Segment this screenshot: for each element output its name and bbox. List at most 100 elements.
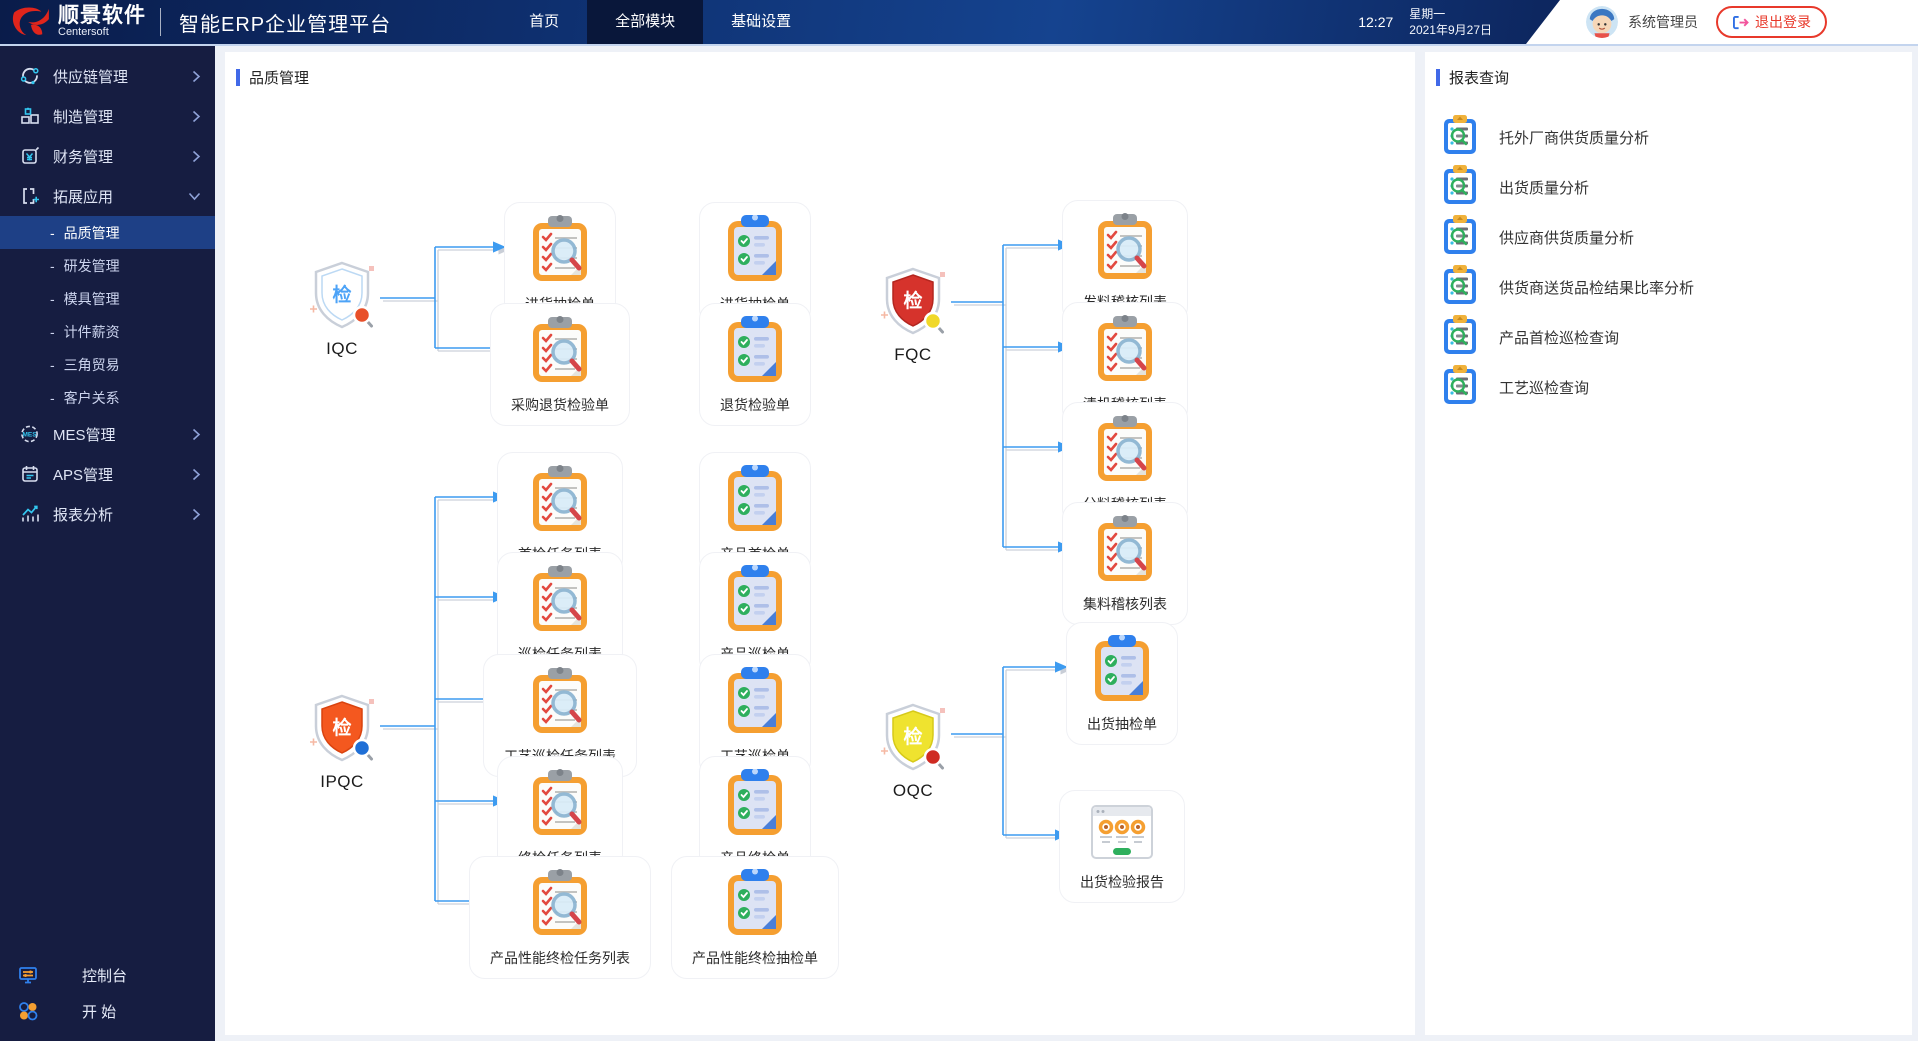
- inspect-clipboard-icon: [530, 465, 590, 538]
- nav-home[interactable]: 首页: [501, 0, 587, 44]
- brand-divider: [160, 8, 161, 36]
- doc-form-icon: [725, 666, 785, 740]
- sidebar-footer-start[interactable]: 开 始: [0, 993, 215, 1029]
- inspect-clipboard-icon: [530, 667, 590, 740]
- manufacturing-icon: [18, 106, 42, 126]
- date-text: 2021年9月27日: [1409, 23, 1492, 37]
- shield-label: IQC: [326, 339, 358, 358]
- inspect-clipboard-icon: [530, 316, 590, 389]
- sidebar-subitem-label: 研发管理: [63, 257, 120, 274]
- sidebar-item-extensions[interactable]: 拓展应用: [0, 176, 215, 216]
- shield-ipqc-icon: 检: [305, 691, 379, 770]
- shield-fqc-icon: 检: [876, 264, 950, 343]
- sidebar-item-quality[interactable]: - 品质管理: [0, 216, 215, 249]
- console-icon: [16, 964, 40, 986]
- clock-time: 12:27: [1358, 14, 1394, 30]
- flow-shield-iqc[interactable]: 检 IQC: [305, 258, 379, 359]
- flow-node-label: 产品性能终检抽检单: [692, 950, 818, 966]
- flow-node[interactable]: 产品性能终检任务列表: [469, 856, 651, 979]
- reports-title-text: 报表查询: [1449, 70, 1510, 87]
- flow-node[interactable]: 采购退货检验单: [490, 303, 630, 426]
- sidebar-item-piecework[interactable]: - 计件薪资: [0, 315, 215, 348]
- flow-node-label: 出货抽检单: [1087, 716, 1157, 732]
- logout-label: 退出登录: [1755, 14, 1811, 30]
- doc-form-icon: [725, 564, 785, 638]
- sidebar-item-rnd[interactable]: - 研发管理: [0, 249, 215, 282]
- svg-text:检: 检: [332, 283, 351, 306]
- content: 品质管理 检IQC检IPQC检FQC检OQC进货抽检单采购退货检验单进货抽检单退…: [215, 44, 1918, 1041]
- inspect-clipboard-icon: [1095, 515, 1155, 588]
- report-clipboard-icon: [1443, 264, 1477, 310]
- report-item[interactable]: 供应商供货质量分析: [1431, 212, 1912, 262]
- report-clipboard-icon: [1443, 114, 1477, 160]
- child-bullet: -: [50, 257, 55, 274]
- chevron-right-icon: [192, 110, 201, 123]
- inspect-clipboard-icon: [1095, 415, 1155, 488]
- doc-form-icon: [725, 315, 785, 389]
- report-item[interactable]: 工艺巡检查询: [1431, 362, 1912, 412]
- child-bullet: -: [50, 290, 55, 307]
- child-bullet: -: [50, 224, 55, 241]
- flow-node[interactable]: 退货检验单: [699, 303, 811, 426]
- brand-logo-icon: [12, 6, 50, 38]
- report-item[interactable]: 托外厂商供货质量分析: [1431, 112, 1912, 162]
- reports-panel-title: 报表查询: [1425, 52, 1912, 88]
- sidebar-item-aps[interactable]: APS管理: [0, 454, 215, 494]
- sidebar-subitem-label: 三角贸易: [63, 356, 120, 373]
- topbar-nav: 首页 全部模块 基础设置: [501, 0, 819, 44]
- report-item-label: 产品首检巡检查询: [1499, 329, 1620, 347]
- flow-shield-fqc[interactable]: 检 FQC: [876, 264, 950, 365]
- report-item[interactable]: 供货商送货品检结果比率分析: [1431, 262, 1912, 312]
- quality-panel-title: 品质管理: [225, 52, 1415, 88]
- sidebar-item-report-analysis[interactable]: 报表分析: [0, 494, 215, 534]
- sidebar-menu: 供应链管理 制造管理 财务管理 拓展应用 - 品质管理 - 研发管理 - 模具管理 - 计件薪资 - 三角…: [0, 44, 215, 534]
- sidebar-item-triangle-trade[interactable]: - 三角贸易: [0, 348, 215, 381]
- report-item-label: 托外厂商供货质量分析: [1499, 129, 1650, 147]
- child-bullet: -: [50, 323, 55, 340]
- chevron-down-icon: [188, 192, 201, 201]
- avatar[interactable]: [1586, 6, 1618, 38]
- sidebar-item-label: 拓展应用: [53, 188, 114, 206]
- logout-button[interactable]: 退出登录: [1716, 6, 1827, 38]
- flow-node[interactable]: 出货抽检单: [1066, 622, 1178, 745]
- brand: 顺景软件 Centersoft 智能ERP企业管理平台: [0, 5, 392, 38]
- sidebar-item-mold[interactable]: - 模具管理: [0, 282, 215, 315]
- inspect-clipboard-icon: [1095, 213, 1155, 286]
- sidebar-item-finance[interactable]: 财务管理: [0, 136, 215, 176]
- report-item[interactable]: 产品首检巡检查询: [1431, 312, 1912, 362]
- topbar: 顺景软件 Centersoft 智能ERP企业管理平台 首页 全部模块 基础设置 1…: [0, 0, 1918, 44]
- sidebar-item-label: 制造管理: [53, 108, 114, 126]
- flow-shield-ipqc[interactable]: 检 IPQC: [305, 691, 379, 792]
- app-title: 智能ERP企业管理平台: [179, 13, 392, 36]
- inspect-clipboard-icon: [530, 769, 590, 842]
- inspect-clipboard-icon: [1095, 315, 1155, 388]
- extensions-icon: [18, 186, 42, 206]
- quality-title-text: 品质管理: [249, 70, 310, 87]
- sidebar: 供应链管理 制造管理 财务管理 拓展应用 - 品质管理 - 研发管理 - 模具管理 - 计件薪资 - 三角…: [0, 44, 215, 1041]
- flow-node[interactable]: 集料稽核列表: [1062, 502, 1188, 625]
- sidebar-footer-console[interactable]: 控制台: [0, 957, 215, 993]
- footer-label: 控制台: [82, 967, 128, 985]
- sidebar-subitem-label: 客户关系: [63, 389, 120, 406]
- sidebar-item-manufacturing[interactable]: 制造管理: [0, 96, 215, 136]
- nav-basic-settings[interactable]: 基础设置: [703, 0, 819, 44]
- title-accent: [236, 69, 240, 86]
- report-item[interactable]: 出货质量分析: [1431, 162, 1912, 212]
- start-icon: [16, 1000, 40, 1022]
- flow-node-label: 集料稽核列表: [1083, 596, 1167, 612]
- sidebar-item-supply-chain[interactable]: 供应链管理: [0, 56, 215, 96]
- nav-all-modules[interactable]: 全部模块: [587, 0, 704, 44]
- sidebar-item-customer[interactable]: - 客户关系: [0, 381, 215, 414]
- date-block: 星期一 2021年9月27日: [1409, 6, 1492, 38]
- sidebar-item-label: MES管理: [53, 426, 116, 444]
- flow-node-label: 退货检验单: [720, 397, 790, 413]
- flow-shield-oqc[interactable]: 检 OQC: [876, 700, 950, 801]
- logout-icon: [1732, 15, 1749, 30]
- weekday-text: 星期一: [1409, 7, 1446, 21]
- sidebar-item-mes[interactable]: MES MES管理: [0, 414, 215, 454]
- reports-panel: 报表查询 托外厂商供货质量分析出货质量分析 供应商供货质量分析 供货商送货品检结果比…: [1425, 52, 1912, 1035]
- report-item-label: 工艺巡检查询: [1499, 379, 1590, 397]
- flow-node[interactable]: 出货检验报告: [1059, 790, 1185, 903]
- aps-icon: [18, 464, 42, 484]
- flow-node[interactable]: 产品性能终检抽检单: [671, 856, 839, 979]
